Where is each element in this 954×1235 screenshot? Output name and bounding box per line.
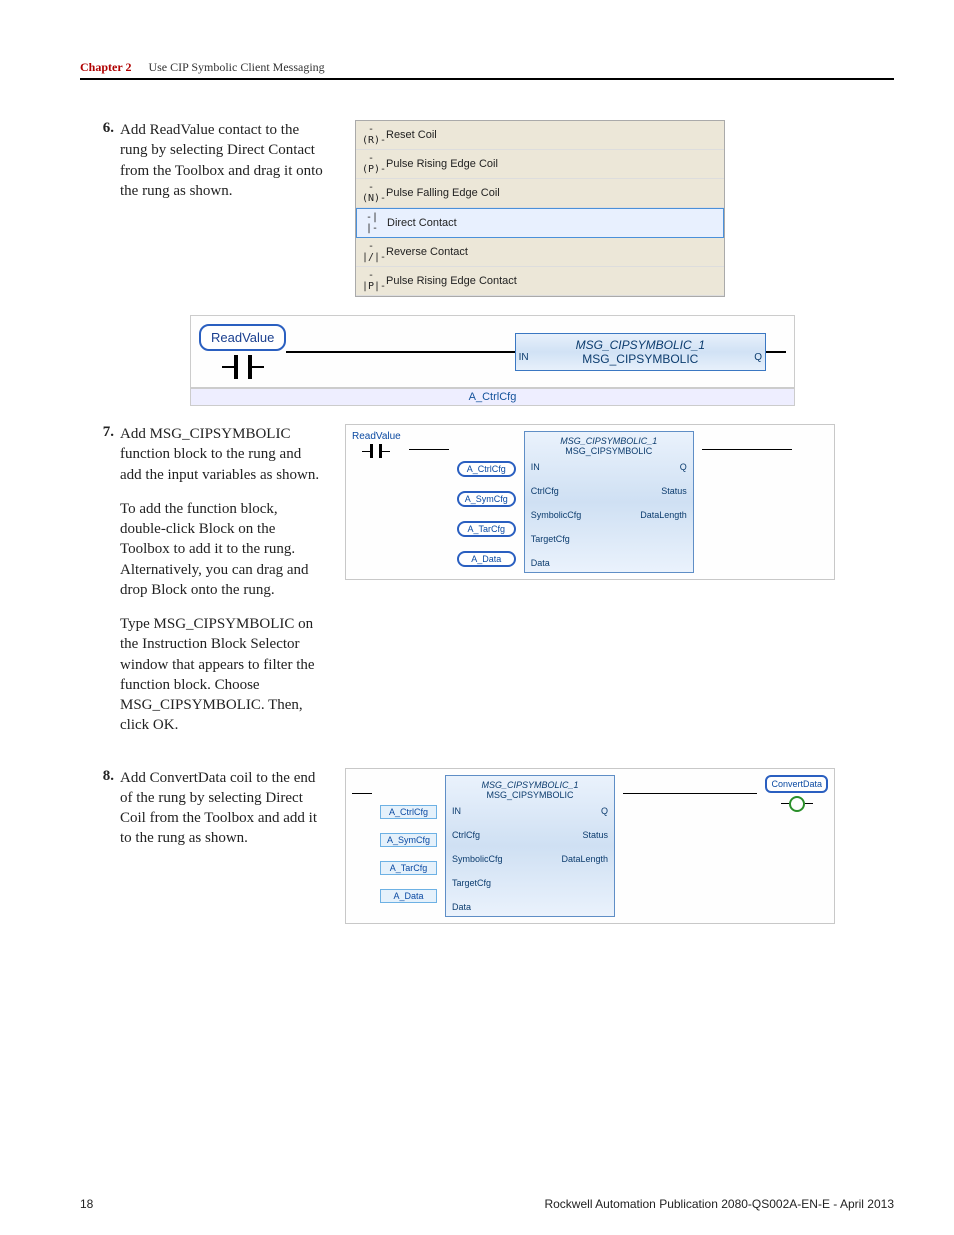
step-6-row: 6. Add ReadValue contact to the rung by … <box>80 120 894 297</box>
input-vars: A_CtrlCfg A_SymCfg A_TarCfg A_Data <box>457 431 516 567</box>
input-vars: A_CtrlCfg A_SymCfg A_TarCfg A_Data <box>380 775 437 903</box>
pulse-rising-contact-icon: -|P|- <box>362 270 380 292</box>
function-block: MSG_CIPSYMBOLIC_1 MSG_CIPSYMBOLIC IN Ctr… <box>445 775 615 917</box>
readvalue-tag: ReadValue <box>199 324 286 351</box>
step-7-row: 7. Add MSG_CIPSYMBOLIC function block to… <box>80 424 894 750</box>
header-rule <box>80 78 894 80</box>
chapter-label: Chapter 2 <box>80 60 131 74</box>
page-footer: 18 Rockwell Automation Publication 2080-… <box>80 1197 894 1211</box>
step-6-rung: ReadValue MSG_CIPSYMBOLIC_1 MSG_CIPSYMBO… <box>190 315 894 406</box>
direct-contact-icon: -| |- <box>363 212 381 234</box>
chapter-title: Use CIP Symbolic Client Messaging <box>148 60 324 74</box>
step-8-number: 8. <box>90 768 120 785</box>
function-block: MSG_CIPSYMBOLIC_1 MSG_CIPSYMBOLIC IN Ctr… <box>524 431 694 573</box>
toolbox-item[interactable]: -|P|-Pulse Rising Edge Contact <box>356 267 724 296</box>
direct-coil-icon <box>789 796 805 812</box>
toolbox-item[interactable]: -(P)-Pulse Rising Edge Coil <box>356 150 724 179</box>
toolbox-item[interactable]: -(R)-Reset Coil <box>356 121 724 150</box>
toolbox-panel: -(R)-Reset Coil -(P)-Pulse Rising Edge C… <box>355 120 725 297</box>
reset-coil-icon: -(R)- <box>362 124 380 146</box>
toolbox-item[interactable]: -(N)-Pulse Falling Edge Coil <box>356 179 724 208</box>
ctrlcfg-bar: A_CtrlCfg <box>190 388 795 406</box>
page-number: 18 <box>80 1197 93 1211</box>
step-8-row: 8. Add ConvertData coil to the end of th… <box>80 768 894 924</box>
convertdata-coil: ConvertData <box>765 775 828 812</box>
contact-symbol <box>370 444 382 458</box>
step-6-number: 6. <box>90 120 120 137</box>
page-header: Chapter 2 Use CIP Symbolic Client Messag… <box>80 60 894 75</box>
step-6-figure: -(R)-Reset Coil -(P)-Pulse Rising Edge C… <box>335 120 894 297</box>
step-8-figure: A_CtrlCfg A_SymCfg A_TarCfg A_Data MSG_C… <box>335 768 894 924</box>
toolbox-item[interactable]: -|/|-Reverse Contact <box>356 238 724 267</box>
step-6-text: Add ReadValue contact to the rung by sel… <box>120 120 335 215</box>
reverse-contact-icon: -|/|- <box>362 241 380 263</box>
step-8-text: Add ConvertData coil to the end of the r… <box>120 768 335 863</box>
msg-block: MSG_CIPSYMBOLIC_1 MSG_CIPSYMBOLIC IN Q <box>515 333 766 371</box>
publication-id: Rockwell Automation Publication 2080-QS0… <box>544 1197 894 1211</box>
direct-contact-symbol <box>234 355 252 379</box>
pulse-falling-coil-icon: -(N)- <box>362 182 380 204</box>
readvalue-label: ReadValue <box>352 431 401 442</box>
toolbox-item-selected[interactable]: -| |-Direct Contact <box>356 208 724 238</box>
pulse-rising-coil-icon: -(P)- <box>362 153 380 175</box>
step-7-figure: ReadValue A_CtrlCfg A_SymCfg A_TarCfg A_… <box>335 424 894 580</box>
step-7-text: Add MSG_CIPSYMBOLIC function block to th… <box>120 424 335 750</box>
step-7-number: 7. <box>90 424 120 441</box>
